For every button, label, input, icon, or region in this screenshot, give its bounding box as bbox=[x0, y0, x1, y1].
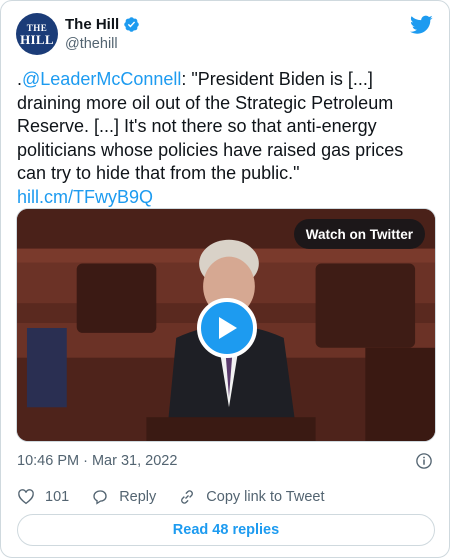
tweet-text: .@LeaderMcConnell: "President Biden is [… bbox=[17, 68, 437, 210]
heart-icon bbox=[18, 489, 34, 505]
mention-link[interactable]: @LeaderMcConnell bbox=[22, 69, 181, 89]
twitter-bird-icon[interactable] bbox=[410, 15, 433, 35]
link-icon bbox=[181, 490, 194, 504]
info-icon[interactable] bbox=[415, 452, 433, 470]
avatar[interactable]: THE HILL bbox=[16, 13, 58, 55]
account-handle[interactable]: @thehill bbox=[65, 36, 118, 52]
watch-on-twitter-button[interactable]: Watch on Twitter bbox=[293, 219, 425, 249]
copy-link-label: Copy link to Tweet bbox=[206, 489, 325, 505]
tweet-card: THE HILL The Hill @thehill .@LeaderMcCon… bbox=[0, 0, 450, 558]
tweet-url-link[interactable]: hill.cm/TFwyB9Q bbox=[17, 187, 153, 207]
reply-bubble-icon bbox=[93, 490, 107, 505]
copy-link-button[interactable]: Copy link to Tweet bbox=[178, 488, 325, 506]
reply-label: Reply bbox=[119, 489, 157, 505]
account-name[interactable]: The Hill bbox=[65, 16, 119, 33]
play-icon bbox=[219, 317, 237, 339]
video-media[interactable]: Watch on Twitter bbox=[16, 208, 436, 442]
action-bar: 101 Reply Copy link to Tweet bbox=[17, 488, 347, 506]
reply-button[interactable]: Reply bbox=[91, 488, 156, 506]
like-count: 101 bbox=[45, 489, 70, 505]
tweet-timestamp[interactable]: 10:46 PM · Mar 31, 2022 bbox=[17, 453, 177, 469]
read-replies-button[interactable]: Read 48 replies bbox=[17, 514, 435, 546]
timestamp-text: 10:46 PM · Mar 31, 2022 bbox=[17, 453, 178, 469]
avatar-text-line2: HILL bbox=[20, 32, 54, 47]
like-button[interactable]: 101 bbox=[17, 488, 69, 506]
verified-badge-icon bbox=[124, 17, 139, 32]
account-name-row: The Hill bbox=[65, 16, 140, 33]
play-button[interactable] bbox=[197, 298, 257, 358]
